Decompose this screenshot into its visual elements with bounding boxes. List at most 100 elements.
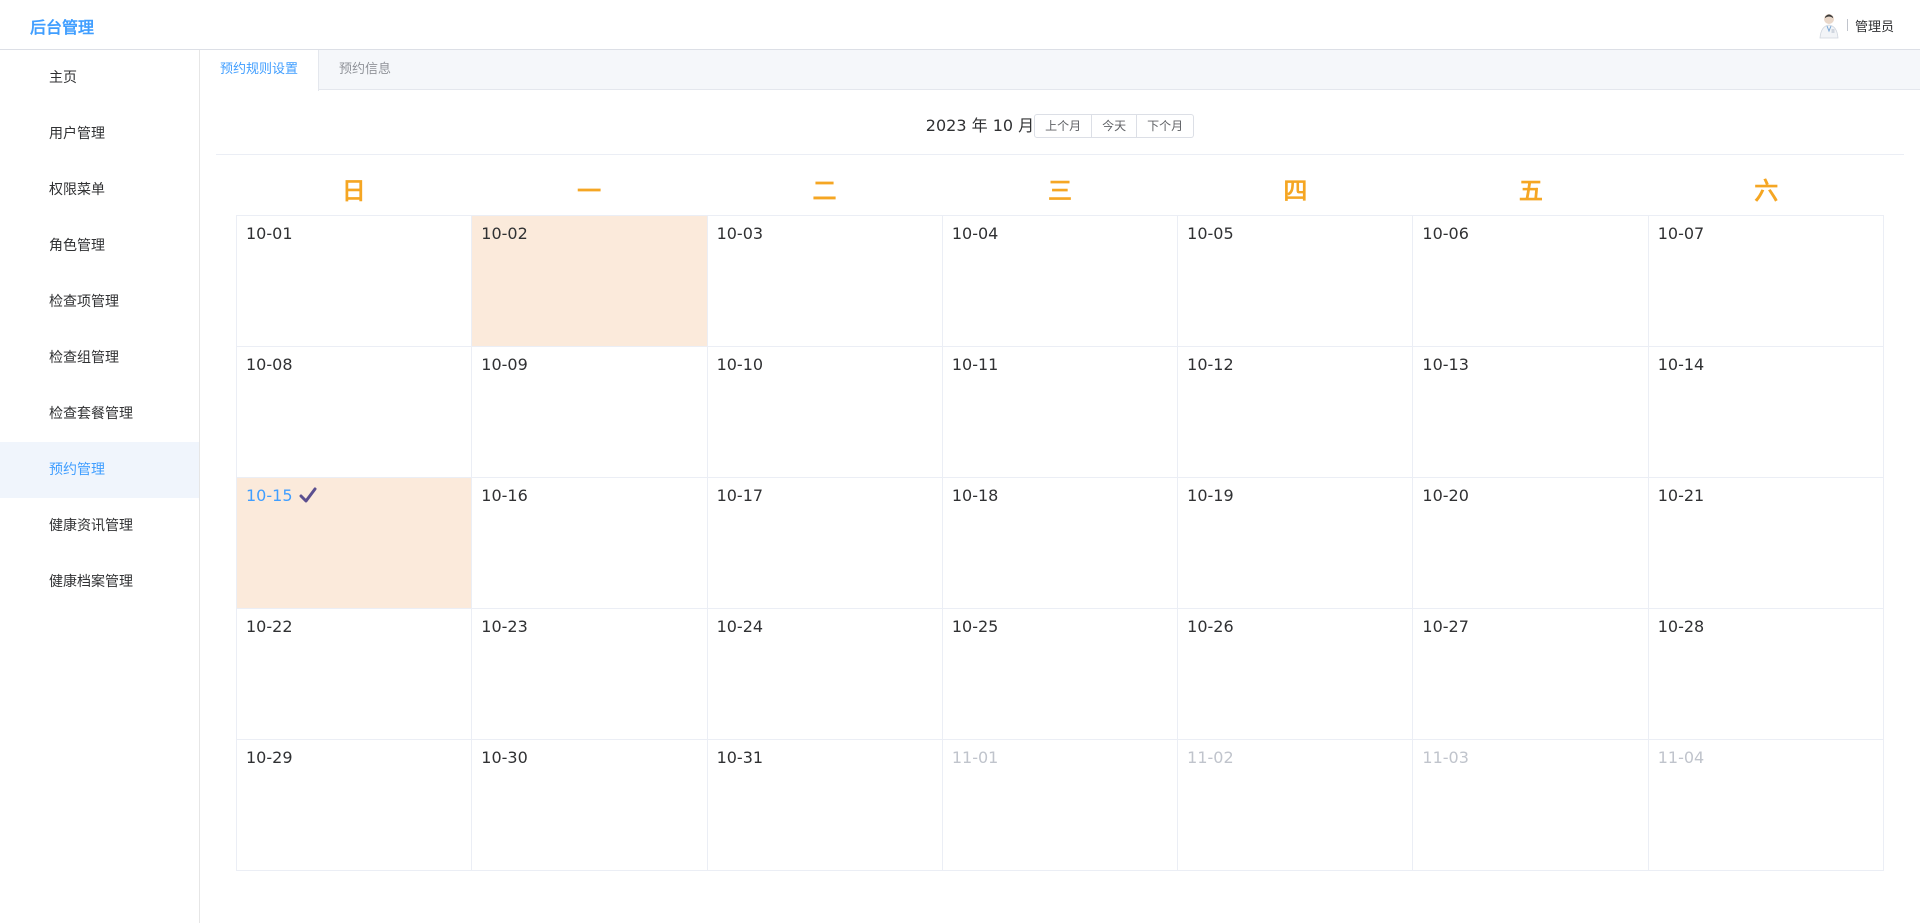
calendar-day-label: 10-08 [246,355,293,374]
today-button[interactable]: 今天 [1092,114,1138,138]
calendar-month-title: 2023 年 10 月 [925,116,1035,135]
calendar-day-cell[interactable]: 10-23 [472,609,708,740]
calendar-day-cell[interactable]: 10-11 [942,347,1179,478]
calendar-day-cell[interactable]: 10-26 [1178,609,1414,740]
calendar-day-cell[interactable]: 10-19 [1178,478,1414,609]
calendar-day-cell[interactable]: 10-20 [1413,478,1649,609]
calendar-header: 2023 年 10 月 上个月 今天 下个月 [216,114,1904,155]
calendar-day-cell[interactable]: 10-05 [1178,216,1414,347]
calendar-day-label: 10-20 [1422,486,1469,505]
calendar-day-cell[interactable]: 10-18 [942,478,1179,609]
top-header: 后台管理 管理员 [0,0,1920,50]
weekday-label: 日 [341,177,366,205]
calendar-day-label: 10-11 [951,355,999,374]
calendar-day-cell[interactable]: 10-22 [237,609,473,740]
calendar-day-cell[interactable]: 11-04 [1648,740,1884,871]
calendar-day-label: 10-29 [246,748,293,767]
calendar-day-label: 11-03 [1422,748,1469,767]
weekday-label: 二 [812,177,837,205]
calendar-day-label: 10-09 [481,355,528,374]
calendar-day-cell[interactable]: 10-25 [942,609,1179,740]
calendar-day-cell[interactable]: 10-15 [237,478,473,609]
month-nav-buttons: 上个月 今天 下个月 [1034,114,1195,138]
avatar[interactable] [1817,11,1841,39]
calendar-day-cell[interactable]: 10-31 [707,740,943,871]
sidebar-item-health-news[interactable]: 健康资讯管理 [0,498,199,554]
calendar-day-label: 10-24 [716,617,764,636]
calendar-day-cell[interactable]: 10-24 [707,609,943,740]
calendar-day-label: 10-19 [1187,486,1234,505]
calendar-day-cell[interactable]: 11-02 [1178,740,1414,871]
calendar-day-label: 10-18 [951,486,999,505]
sidebar-item-appointments[interactable]: 预约管理 [0,442,199,498]
tab-appointment-info[interactable]: 预约信息 [319,50,411,90]
calendar-day-cell[interactable]: 10-07 [1648,216,1884,347]
calendar-day-cell[interactable]: 10-10 [707,347,943,478]
calendar-day-cell[interactable]: 11-03 [1413,740,1649,871]
main-content: 预约规则设置 预约信息 2023 年 10 月 上个月 今天 下个月 日 一 二… [200,50,1920,923]
calendar-day-label: 10-13 [1422,355,1469,374]
calendar-day-label: 11-02 [1187,748,1234,767]
calendar-day-label: 10-22 [246,617,293,636]
sidebar-item-users[interactable]: 用户管理 [0,106,199,162]
calendar-day-cell[interactable]: 10-01 [237,216,473,347]
calendar-day-cell[interactable]: 10-13 [1413,347,1649,478]
sidebar-item-permissions[interactable]: 权限菜单 [0,162,199,218]
calendar-day-label: 11-04 [1657,748,1705,767]
user-name[interactable]: 管理员 [1855,16,1894,35]
weekday-label: 五 [1518,177,1543,205]
calendar-day-cell[interactable]: 10-16 [472,478,708,609]
calendar-day-label: 10-16 [481,486,528,505]
calendar-day-cell[interactable]: 10-14 [1648,347,1884,478]
sidebar-item-roles[interactable]: 角色管理 [0,218,199,274]
calendar-day-cell[interactable]: 10-29 [237,740,473,871]
calendar-day-label: 10-17 [716,486,764,505]
calendar-day-cell[interactable]: 10-09 [472,347,708,478]
weekday-label: 三 [1047,177,1072,205]
calendar-day-label: 10-12 [1187,355,1234,374]
calendar-day-cell[interactable]: 10-04 [942,216,1179,347]
calendar-day-cell[interactable]: 10-30 [472,740,708,871]
calendar-day-label: 10-28 [1657,617,1705,636]
calendar-day-cell[interactable]: 10-12 [1178,347,1414,478]
sidebar-item-packages[interactable]: 检查套餐管理 [0,386,199,442]
calendar-day-label: 10-30 [481,748,528,767]
calendar-day-label: 10-07 [1657,224,1705,243]
calendar-day-cell[interactable]: 10-08 [237,347,473,478]
calendar-day-label: 10-14 [1657,355,1705,374]
tab-appointment-rules[interactable]: 预约规则设置 [200,50,320,91]
calendar-day-cell[interactable]: 11-01 [942,740,1179,871]
calendar-day-label: 10-02 [481,224,528,243]
calendar-day-cell[interactable]: 10-28 [1648,609,1884,740]
sidebar-item-home[interactable]: 主页 [0,50,199,106]
calendar-day-cell[interactable]: 10-03 [707,216,943,347]
user-menu[interactable]: 管理员 [1817,11,1894,39]
calendar-day-cell[interactable]: 10-17 [707,478,943,609]
weekday-label: 四 [1283,177,1308,205]
calendar-day-label: 10-06 [1422,224,1469,243]
calendar-day-label: 10-31 [716,748,764,767]
calendar-day-cell[interactable]: 10-27 [1413,609,1649,740]
brand-title[interactable]: 后台管理 [30,14,94,38]
sidebar-item-health-records[interactable]: 健康档案管理 [0,554,199,610]
weekday-header-row: 日 一 二 三 四 五 六 [236,172,1884,210]
sidebar-item-check-items[interactable]: 检查项管理 [0,274,199,330]
calendar-day-label: 10-21 [1657,486,1705,505]
checkmark-icon [299,487,317,507]
calendar-day-label: 11-01 [951,748,999,767]
calendar-day-cell[interactable]: 10-02 [472,216,708,347]
next-month-button[interactable]: 下个月 [1137,114,1195,138]
calendar-day-label: 10-03 [716,224,764,243]
calendar-day-cell[interactable]: 10-06 [1413,216,1649,347]
user-avatar-icon [1819,14,1839,39]
prev-month-button[interactable]: 上个月 [1034,114,1093,138]
calendar-day-label: 10-25 [951,617,999,636]
calendar-day-label: 10-05 [1187,224,1234,243]
weekday-label: 六 [1754,177,1779,205]
sidebar-item-check-groups[interactable]: 检查组管理 [0,330,199,386]
calendar-day-label: 10-04 [951,224,999,243]
calendar-grid: 10-01 10-02 10-03 10-04 10-05 10-06 10-07 10-08… [236,215,1884,871]
calendar-day-cell[interactable]: 10-21 [1648,478,1884,609]
calendar-day-label: 10-15 [246,486,293,505]
calendar-day-label: 10-01 [246,224,293,243]
